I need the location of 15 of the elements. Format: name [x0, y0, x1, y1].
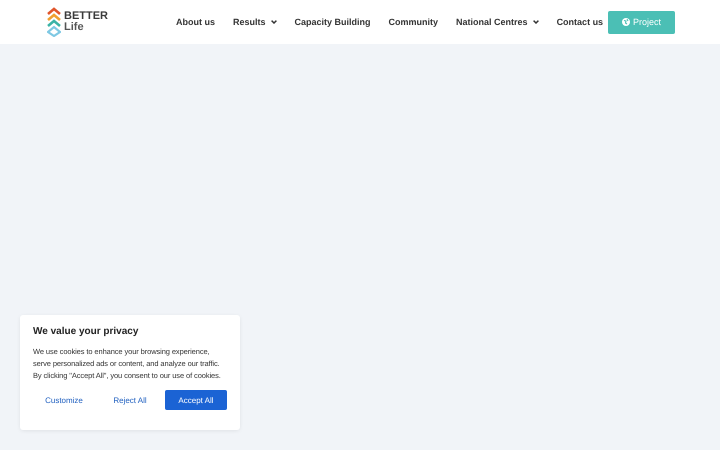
nav-link[interactable]: About us — [176, 17, 215, 27]
banner-title: We value your privacy — [33, 326, 140, 337]
nav-link[interactable]: National Centres — [456, 17, 539, 27]
nav-link[interactable]: Contact us — [556, 17, 604, 27]
logo[interactable]: BETTER Life — [47, 7, 108, 37]
nav-link[interactable]: Community — [388, 17, 438, 27]
accept-button[interactable]: Accept All — [165, 390, 227, 410]
globe-icon — [622, 18, 630, 26]
caret-icon — [532, 20, 539, 24]
text-button[interactable]: Reject All — [99, 390, 161, 410]
chevron-stack-icon — [47, 7, 61, 37]
nav-link[interactable]: Results — [233, 17, 277, 27]
nav-link[interactable]: Capacity Building — [294, 17, 371, 27]
caret-icon — [270, 20, 277, 24]
text-button[interactable]: Customize — [33, 390, 95, 410]
